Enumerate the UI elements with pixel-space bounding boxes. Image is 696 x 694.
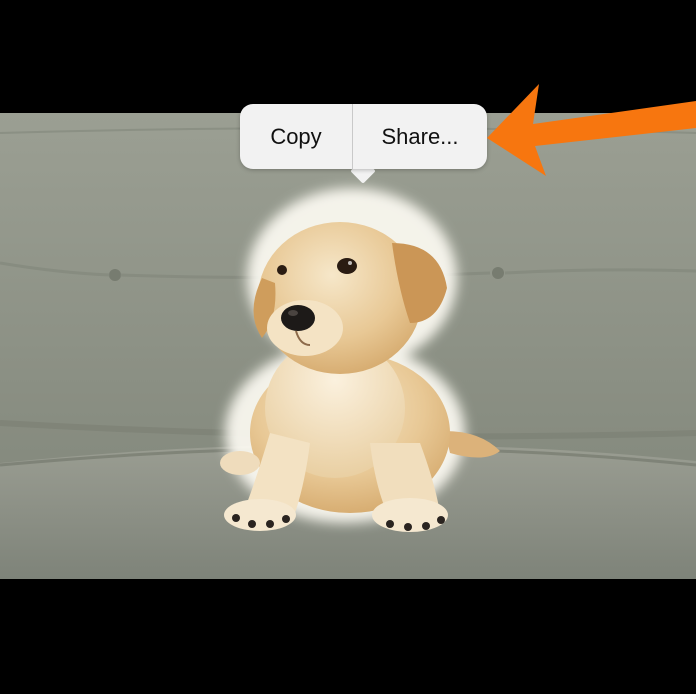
- copy-button[interactable]: Copy: [240, 104, 352, 169]
- context-menu: Copy Share...: [240, 104, 487, 184]
- puppy-photo[interactable]: [0, 113, 696, 579]
- context-menu-box: Copy Share...: [240, 104, 487, 169]
- photo-viewer: Copy Share...: [0, 0, 696, 694]
- share-button[interactable]: Share...: [353, 104, 487, 169]
